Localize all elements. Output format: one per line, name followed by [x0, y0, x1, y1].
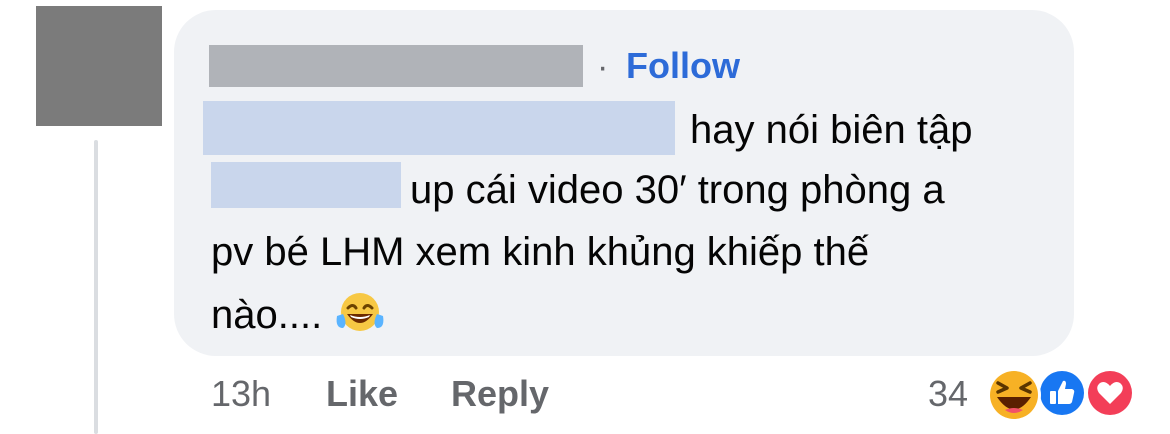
- avatar[interactable]: [36, 6, 162, 126]
- mention-redaction[interactable]: [211, 162, 401, 208]
- avatar-redaction: [36, 6, 162, 126]
- haha-reaction-icon: [987, 368, 1041, 422]
- comment-timestamp[interactable]: 13h: [211, 372, 271, 416]
- comment-text-line: hay nói biên tập: [690, 108, 973, 152]
- author-name-redaction[interactable]: [209, 45, 583, 87]
- thread-line: [94, 140, 98, 434]
- comment-text-line: pv bé LHM xem kinh khủng khiếp thế: [211, 230, 870, 274]
- comment-text-line: nào....: [211, 293, 323, 338]
- like-reaction-icon: [1037, 368, 1087, 418]
- mention-redaction[interactable]: [203, 101, 675, 155]
- like-button[interactable]: Like: [326, 372, 398, 416]
- love-reaction-icon: [1085, 368, 1135, 418]
- reaction-count[interactable]: 34: [928, 372, 968, 416]
- comment-text-line: up cái video 30′ trong phòng a: [410, 168, 945, 212]
- reply-button[interactable]: Reply: [451, 372, 549, 416]
- tears-of-joy-emoji-icon: [334, 288, 386, 347]
- follow-button[interactable]: Follow: [626, 46, 740, 86]
- comment-text-line-last: nào....: [211, 288, 386, 347]
- reaction-icons[interactable]: [985, 366, 1137, 424]
- separator-dot: ·: [597, 48, 609, 86]
